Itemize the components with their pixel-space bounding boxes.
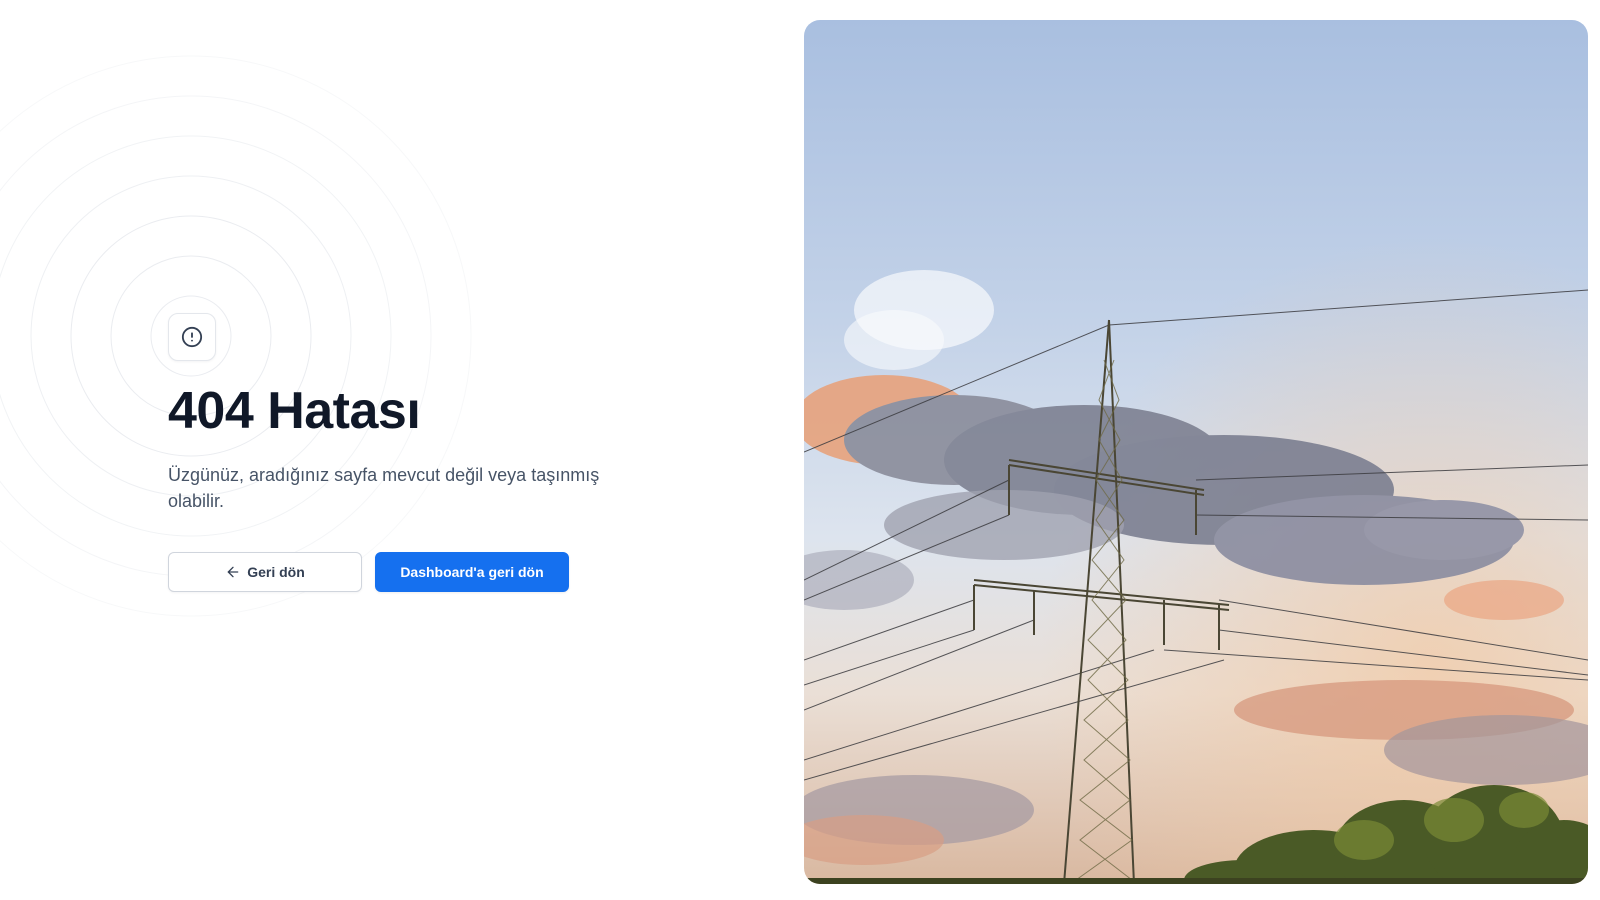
dashboard-button[interactable]: Dashboard'a geri dön xyxy=(375,552,569,592)
back-button[interactable]: Geri dön xyxy=(168,552,362,592)
error-message: Üzgünüz, aradığınız sayfa mevcut değil v… xyxy=(168,465,600,511)
alert-circle-icon xyxy=(168,313,216,361)
power-line-tower-photo xyxy=(804,20,1588,884)
page-title: 404 Hatası xyxy=(168,382,421,440)
error-content: 404 Hatası Üzgünüz, aradığınız sayfa mev… xyxy=(168,0,628,900)
error-page: 404 Hatası Üzgünüz, aradığınız sayfa mev… xyxy=(0,0,1600,900)
dashboard-button-label: Dashboard'a geri dön xyxy=(400,564,544,580)
back-button-label: Geri dön xyxy=(247,564,305,580)
arrow-left-icon xyxy=(225,564,241,580)
